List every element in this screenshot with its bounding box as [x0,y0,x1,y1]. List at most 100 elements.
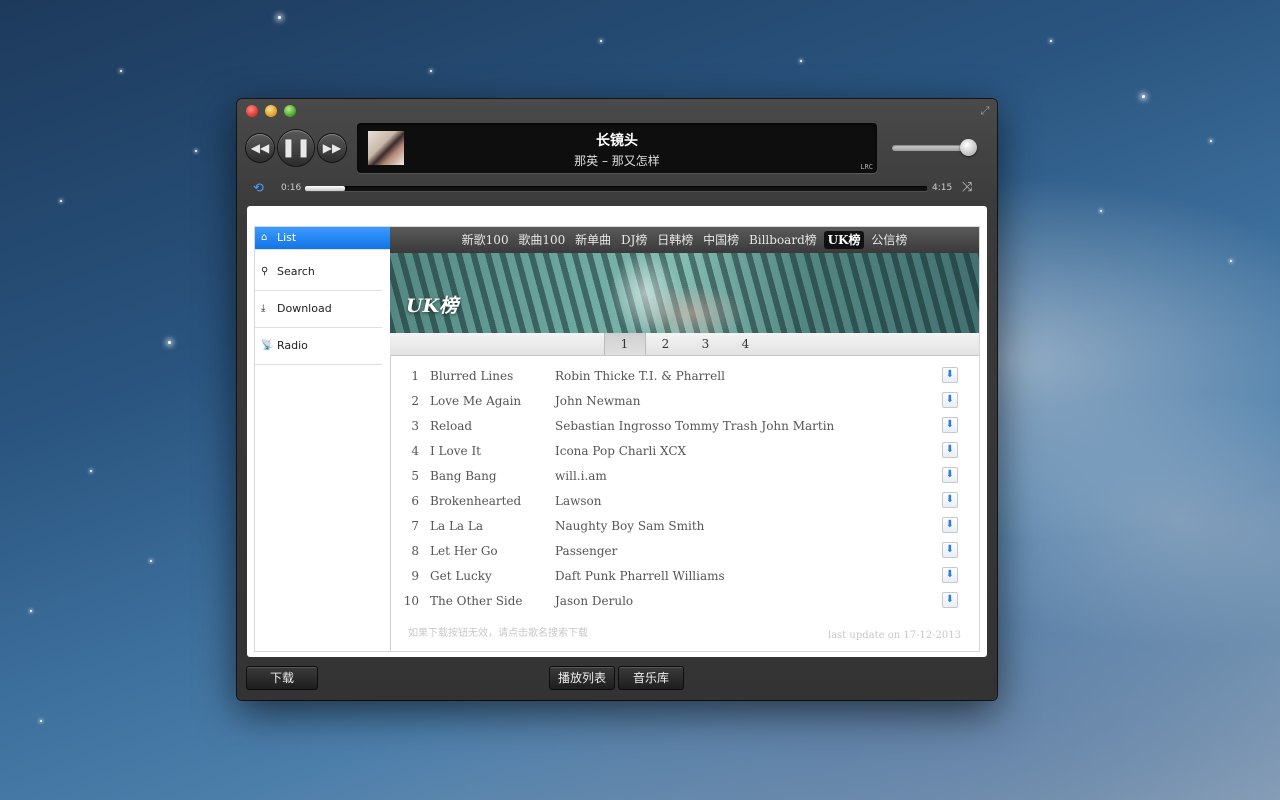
pagination: 1234 [390,333,979,356]
home-icon: ⌂ [261,232,268,243]
track-title[interactable]: Reload [430,416,472,436]
pause-icon: ❚❚ [280,137,312,158]
volume-slider[interactable] [892,145,970,151]
page-3[interactable]: 3 [686,333,726,355]
track-title[interactable]: Brokenhearted [430,491,521,511]
track-artist: Lawson [555,494,602,508]
tab-new-songs-100[interactable]: 新歌100 [459,227,512,253]
sidebar-item-label: List [277,231,297,244]
download-arrow-icon[interactable]: ⬇ [942,492,958,508]
download-arrow-icon[interactable]: ⬇ [942,592,958,608]
track-title[interactable]: Blurred Lines [430,366,513,386]
sidebar-item-list[interactable]: ⌂ List [255,227,390,250]
lyrics-toggle[interactable]: LRC [860,163,873,171]
table-row: 2 Love Me Again John Newman ⬇ [390,391,979,416]
tab-new-singles[interactable]: 新单曲 [572,227,614,253]
table-row: 5 Bang Bang will.i.am ⬇ [390,466,979,491]
rewind-icon: ◀◀ [250,141,270,155]
track-list: 1 Blurred Lines Robin Thicke T.I. & Phar… [390,356,979,616]
track-artist: will.i.am [555,469,607,483]
track-artist: John Newman [555,394,641,408]
download-arrow-icon[interactable]: ⬇ [942,517,958,533]
download-arrow-icon[interactable]: ⬇ [942,392,958,408]
track-artist: Robin Thicke T.I. & Pharrell [555,369,725,383]
pause-button[interactable]: ❚❚ [278,130,314,166]
fullscreen-icon[interactable]: ⤢ [978,104,992,118]
track-number: 7 [411,519,419,533]
music-player-window: ⤢ ◀◀ ❚❚ ▶▶ 长镜头 那英 – 那又怎样 LRC ⟲ 0:16 4:15… [237,99,997,700]
progress-bar[interactable] [305,186,927,191]
progress-fill [305,186,345,191]
sidebar-item-search[interactable]: ⚲ Search [255,255,382,291]
sidebar-item-radio[interactable]: 📡 Radio [255,329,382,365]
now-playing-display: 长镜头 那英 – 那又怎样 LRC [357,123,877,173]
song-title: 长镜头 [596,133,638,149]
tab-japan-korea-chart[interactable]: 日韩榜 [654,227,696,253]
table-row: 10 The Other Side Jason Derulo ⬇ [390,591,979,616]
download-icon: ⤓ [261,303,266,314]
time-total: 4:15 [932,183,953,193]
download-button[interactable]: 下载 [246,666,318,690]
download-arrow-icon[interactable]: ⬇ [942,567,958,583]
track-title[interactable]: Let Her Go [430,541,498,561]
tab-dj-chart[interactable]: DJ榜 [618,227,650,253]
track-number: 4 [411,444,419,458]
track-artist: Daft Punk Pharrell Williams [555,569,725,583]
table-row: 6 Brokenhearted Lawson ⬇ [390,491,979,516]
tab-billboard-chart[interactable]: Billboard榜 [746,227,820,253]
tab-china-chart[interactable]: 中国榜 [700,227,742,253]
track-number: 9 [411,569,419,583]
previous-track-button[interactable]: ◀◀ [246,134,274,162]
time-elapsed: 0:16 [281,183,302,193]
banner-title: UK榜 [406,295,459,317]
tab-gongxin-chart[interactable]: 公信榜 [868,227,910,253]
search-icon: ⚲ [261,266,269,277]
tab-songs-100[interactable]: 歌曲100 [515,227,568,253]
track-title[interactable]: Bang Bang [430,466,497,486]
close-window-button[interactable] [246,105,258,117]
minimize-window-button[interactable] [265,105,277,117]
tab-uk-chart[interactable]: UK榜 [823,231,865,249]
track-artist: Naughty Boy Sam Smith [555,519,705,533]
fast-forward-icon: ▶▶ [322,141,342,155]
page-1[interactable]: 1 [603,333,646,355]
shuffle-icon[interactable]: ⤨ [962,180,972,195]
page-4[interactable]: 4 [726,333,766,355]
track-title[interactable]: Love Me Again [430,391,521,411]
page-2[interactable]: 2 [646,333,686,355]
track-number: 10 [403,594,419,608]
track-title[interactable]: La La La [430,516,483,536]
track-number: 3 [411,419,419,433]
next-track-button[interactable]: ▶▶ [318,134,346,162]
sidebar: ⌂ List ⚲ Search ⤓ Download 📡 Radio [254,226,391,652]
music-library-button[interactable]: 音乐库 [618,666,684,690]
sidebar-item-download[interactable]: ⤓ Download [255,292,382,328]
track-title[interactable]: Get Lucky [430,566,492,586]
content-panel: ⌂ List ⚲ Search ⤓ Download 📡 Radio 新歌100… [247,206,987,657]
radio-icon: 📡 [261,340,274,351]
table-row: 4 I Love It Icona Pop Charli XCX ⬇ [390,441,979,466]
track-title[interactable]: I Love It [430,441,481,461]
track-title[interactable]: The Other Side [430,591,523,611]
sidebar-item-label: Download [277,302,332,315]
chart-banner: UK榜 [390,253,979,333]
last-update: last update on 17-12-2013 [827,630,961,641]
playlist-button[interactable]: 播放列表 [549,666,615,690]
track-artist: Jason Derulo [555,594,634,608]
volume-knob[interactable] [960,139,977,156]
song-artist: 那英 – 那又怎样 [574,154,660,168]
repeat-icon[interactable]: ⟲ [253,181,264,196]
table-row: 7 La La La Naughty Boy Sam Smith ⬇ [390,516,979,541]
track-number: 1 [411,369,419,383]
track-artist: Passenger [555,544,618,558]
download-arrow-icon[interactable]: ⬇ [942,442,958,458]
zoom-window-button[interactable] [284,105,296,117]
chart-view: 新歌100 歌曲100 新单曲 DJ榜 日韩榜 中国榜 Billboard榜 U… [390,226,980,652]
track-number: 5 [411,469,419,483]
track-artist: Sebastian Ingrosso Tommy Trash John Mart… [555,419,835,433]
download-arrow-icon[interactable]: ⬇ [942,417,958,433]
download-arrow-icon[interactable]: ⬇ [942,467,958,483]
track-number: 6 [411,494,419,508]
download-arrow-icon[interactable]: ⬇ [942,367,958,383]
download-arrow-icon[interactable]: ⬇ [942,542,958,558]
